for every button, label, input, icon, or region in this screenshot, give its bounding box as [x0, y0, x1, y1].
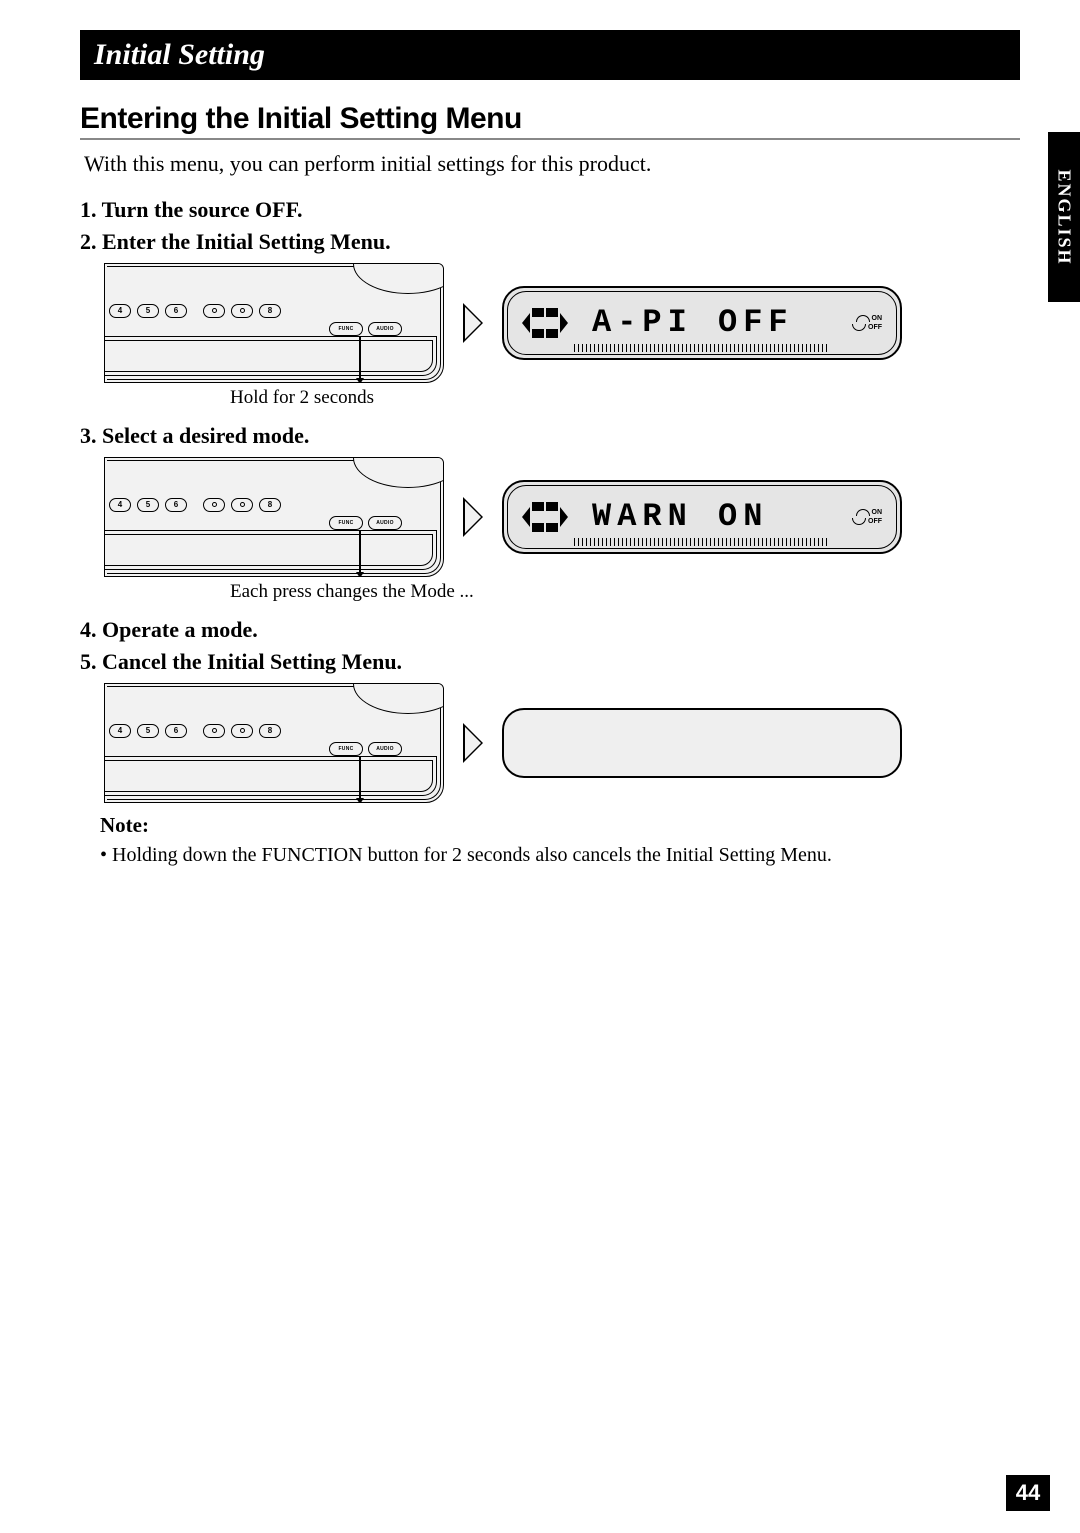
preset-button: 8	[259, 498, 281, 512]
preset-button: 4	[109, 304, 131, 318]
preset-button	[231, 498, 253, 512]
device-illustration: 4 5 6 8 FUNC AUDIO	[104, 263, 444, 383]
lcd-text: A-PI OFF	[592, 304, 852, 341]
pointer-arrow-icon	[359, 756, 361, 798]
preset-button: 5	[137, 304, 159, 318]
device-illustration: 4 5 6 8 FUNC AUDIO	[104, 683, 444, 803]
lcd-next-icon	[560, 313, 568, 333]
preset-button: 5	[137, 498, 159, 512]
step-2: Enter the Initial Setting Menu. 4 5 6 8	[80, 229, 1020, 409]
arrow-right-icon	[463, 303, 483, 343]
pointer-arrow-icon	[359, 530, 361, 572]
step-3-figure: 4 5 6 8 FUNC AUDIO	[104, 457, 1020, 577]
lcd-next-icon	[560, 507, 568, 527]
preset-button: 4	[109, 724, 131, 738]
preset-button	[203, 304, 225, 318]
lcd-prev-icon	[522, 313, 530, 333]
loudness-on-icon	[856, 509, 870, 516]
preset-button: 6	[165, 724, 187, 738]
preset-button	[231, 724, 253, 738]
func-button: FUNC	[329, 322, 363, 336]
language-tab: ENGLISH	[1048, 132, 1080, 302]
lcd-display: A-PI OFF ON OFF	[502, 286, 902, 360]
steps-list: Turn the source OFF. Enter the Initial S…	[80, 197, 1020, 803]
chapter-title-bar: Initial Setting	[80, 30, 1020, 80]
step-5: Cancel the Initial Setting Menu. 4 5 6 8	[80, 649, 1020, 803]
audio-button: AUDIO	[368, 322, 402, 336]
func-button: FUNC	[329, 742, 363, 756]
preset-button: 8	[259, 724, 281, 738]
section-heading: Entering the Initial Setting Menu	[80, 102, 1020, 140]
step-4: Operate a mode.	[80, 617, 1020, 643]
pointer-arrow-icon	[359, 336, 361, 378]
chapter-title: Initial Setting	[94, 38, 265, 71]
step-2-caption: Hold for 2 seconds	[230, 387, 1020, 409]
loudness-off-icon	[852, 324, 866, 331]
preset-button	[203, 724, 225, 738]
lcd-display: WARN ON ON OFF	[502, 480, 902, 554]
preset-button: 8	[259, 304, 281, 318]
step-3: Select a desired mode. 4 5 6 8	[80, 423, 1020, 603]
preset-button: 6	[165, 304, 187, 318]
note-item: Holding down the FUNCTION button for 2 s…	[100, 842, 1020, 868]
preset-button	[203, 498, 225, 512]
lcd-display-blank	[502, 708, 902, 778]
note-heading: Note:	[100, 813, 1020, 838]
page-number: 44	[1006, 1475, 1050, 1511]
step-1: Turn the source OFF.	[80, 197, 1020, 223]
arrow-right-icon	[463, 723, 483, 763]
preset-button: 4	[109, 498, 131, 512]
preset-button	[231, 304, 253, 318]
loudness-on-icon	[856, 315, 870, 322]
lcd-text: WARN ON	[592, 498, 852, 535]
preset-button: 6	[165, 498, 187, 512]
loudness-off-icon	[852, 518, 866, 525]
device-illustration: 4 5 6 8 FUNC AUDIO	[104, 457, 444, 577]
intro-text: With this menu, you can perform initial …	[84, 150, 1016, 179]
step-5-figure: 4 5 6 8 FUNC AUDIO	[104, 683, 1020, 803]
step-2-figure: 4 5 6 8 FUNC AUDIO	[104, 263, 1020, 383]
preset-button: 5	[137, 724, 159, 738]
audio-button: AUDIO	[368, 516, 402, 530]
audio-button: AUDIO	[368, 742, 402, 756]
arrow-right-icon	[463, 497, 483, 537]
step-3-caption: Each press changes the Mode ...	[230, 581, 1020, 603]
func-button: FUNC	[329, 516, 363, 530]
lcd-prev-icon	[522, 507, 530, 527]
